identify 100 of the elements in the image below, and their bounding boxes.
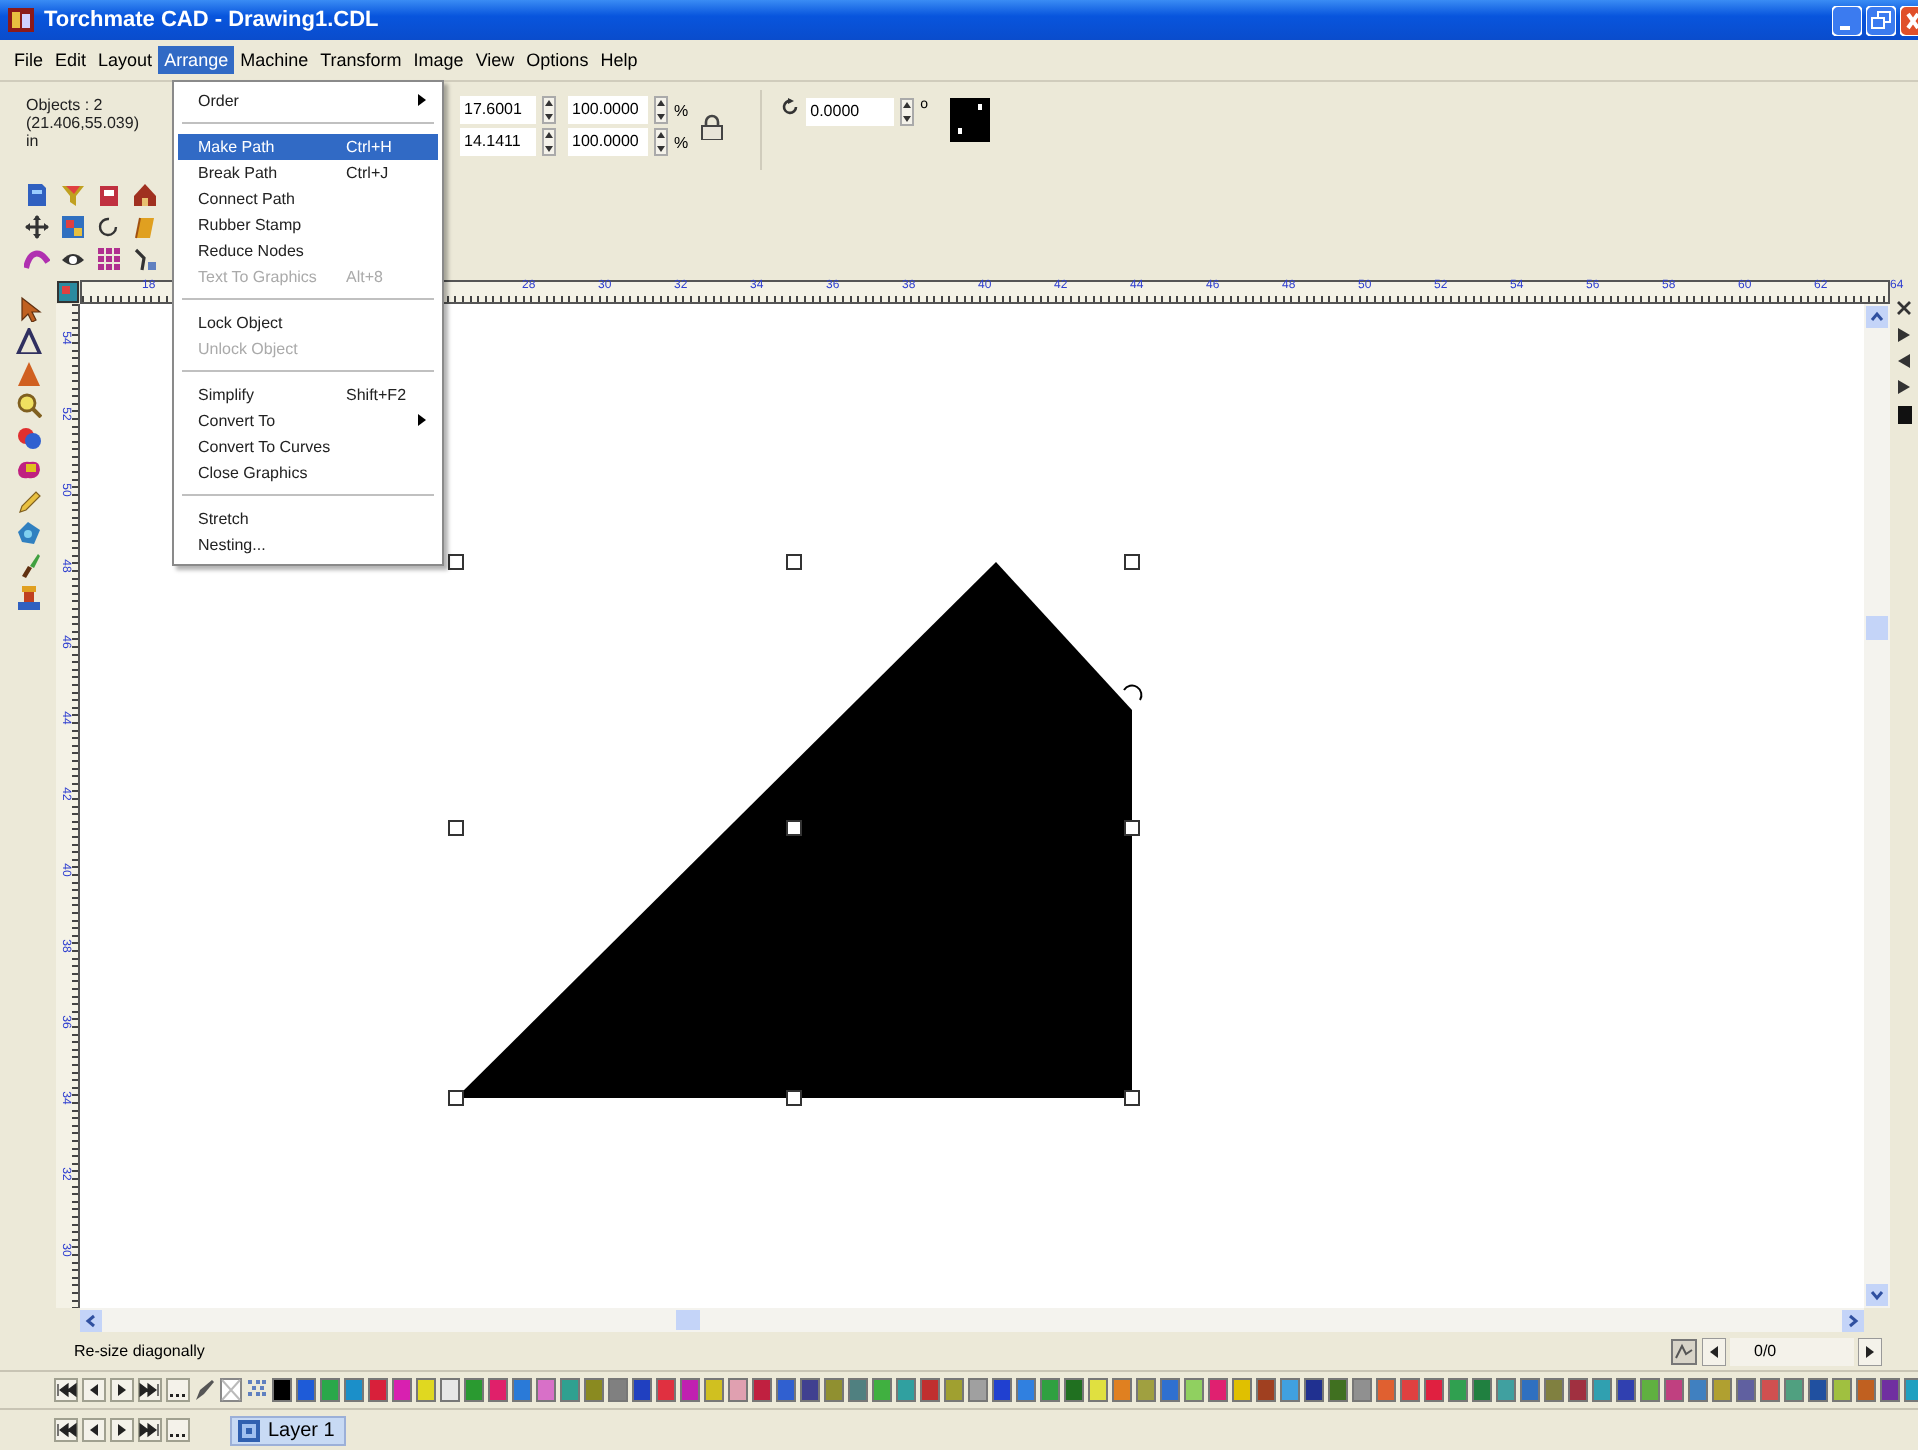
color-swatch[interactable] [1352, 1378, 1372, 1402]
color-swatch[interactable] [1040, 1378, 1060, 1402]
color-swatch[interactable] [608, 1378, 628, 1402]
color-swatch[interactable] [368, 1378, 388, 1402]
color-swatch[interactable] [1160, 1378, 1180, 1402]
menu-item[interactable]: Lock Object [178, 310, 438, 336]
menu-item[interactable]: Convert To Curves [178, 434, 438, 460]
scroll-down-icon[interactable] [1866, 1284, 1888, 1306]
circles-icon[interactable] [15, 424, 41, 450]
previous-icon[interactable] [82, 1378, 106, 1402]
color-swatch[interactable] [1664, 1378, 1684, 1402]
color-swatch[interactable] [968, 1378, 988, 1402]
color-swatch[interactable] [1064, 1378, 1084, 1402]
color-swatch[interactable] [1496, 1378, 1516, 1402]
color-swatch[interactable] [320, 1378, 340, 1402]
selection-handle[interactable] [786, 820, 802, 836]
rotate-icon[interactable] [782, 98, 801, 116]
color-swatch[interactable] [992, 1378, 1012, 1402]
menu-item[interactable]: Help [594, 46, 644, 74]
first-icon[interactable] [54, 1378, 78, 1402]
color-swatch[interactable] [1784, 1378, 1804, 1402]
menu-item[interactable]: Reduce Nodes [178, 238, 438, 264]
first-icon[interactable] [54, 1418, 78, 1442]
color-swatch[interactable] [1328, 1378, 1348, 1402]
house-icon[interactable] [132, 182, 158, 208]
color-swatch[interactable] [488, 1378, 508, 1402]
menu-item[interactable]: Convert To [178, 408, 438, 434]
search-icon[interactable] [15, 392, 41, 418]
menu-item[interactable]: Simplify Shift+F2 [178, 382, 438, 408]
color-swatch[interactable] [1016, 1378, 1036, 1402]
next-icon[interactable] [110, 1418, 134, 1442]
vertical-scrollbar[interactable] [1864, 304, 1890, 1308]
menu-item[interactable]: Stretch [178, 506, 438, 532]
color-swatch[interactable] [848, 1378, 868, 1402]
last-icon[interactable] [138, 1418, 162, 1442]
rotate-icon[interactable] [96, 214, 122, 240]
rotate-handle-icon[interactable] [1123, 684, 1143, 701]
color-swatch[interactable] [536, 1378, 556, 1402]
scroll-thumb[interactable] [1866, 616, 1888, 640]
color-swatch[interactable] [344, 1378, 364, 1402]
selection-handle[interactable] [1124, 1090, 1140, 1106]
color-swatch[interactable] [512, 1378, 532, 1402]
size-field[interactable]: 17.6001 [460, 96, 536, 124]
selection-handle[interactable] [1124, 820, 1140, 836]
spin-icon[interactable] [654, 96, 668, 124]
selection-handle[interactable] [448, 554, 464, 570]
menu-item[interactable]: Rubber Stamp [178, 212, 438, 238]
blob-icon[interactable] [15, 456, 41, 482]
previous-icon[interactable] [82, 1418, 106, 1442]
horizontal-scrollbar[interactable] [80, 1308, 1864, 1332]
color-swatch[interactable] [1136, 1378, 1156, 1402]
dot-grid-icon[interactable] [96, 246, 122, 272]
color-swatch[interactable] [272, 1378, 292, 1402]
color-swatch[interactable] [1400, 1378, 1420, 1402]
scale-field[interactable]: 100.0000 [568, 96, 648, 124]
color-swatch[interactable] [728, 1378, 748, 1402]
color-swatch[interactable] [1376, 1378, 1396, 1402]
menu-item[interactable]: File [8, 46, 50, 74]
menu-item[interactable]: Edit [49, 46, 93, 74]
rotation-field[interactable]: 0.0000 [806, 98, 895, 126]
color-swatch[interactable] [1112, 1378, 1132, 1402]
color-swatch[interactable] [1088, 1378, 1108, 1402]
scroll-up-icon[interactable] [1866, 306, 1888, 328]
color-swatch[interactable] [296, 1378, 316, 1402]
color-swatch[interactable] [824, 1378, 844, 1402]
scroll-right-icon[interactable] [1842, 1309, 1864, 1331]
color-swatch[interactable] [1232, 1378, 1252, 1402]
color-swatch[interactable] [392, 1378, 412, 1402]
pointer-icon[interactable] [15, 296, 41, 322]
selection-handle[interactable] [786, 554, 802, 570]
color-swatch[interactable] [1472, 1378, 1492, 1402]
color-swatch[interactable] [1640, 1378, 1660, 1402]
spin-icon[interactable] [542, 96, 556, 124]
color-swatch[interactable] [1904, 1378, 1918, 1402]
scroll-thumb[interactable] [676, 1310, 700, 1330]
selection-handle[interactable] [1124, 554, 1140, 570]
color-swatch[interactable] [1208, 1378, 1228, 1402]
color-swatch[interactable] [1280, 1378, 1300, 1402]
pattern-icon[interactable] [246, 1378, 268, 1402]
last-icon[interactable] [138, 1378, 162, 1402]
next-page-icon[interactable] [1858, 1337, 1882, 1365]
color-swatch[interactable] [872, 1378, 892, 1402]
swatch-icon[interactable] [1897, 406, 1911, 424]
color-swatch[interactable] [776, 1378, 796, 1402]
funnel-icon[interactable] [60, 182, 86, 208]
color-swatch[interactable] [1184, 1378, 1204, 1402]
color-swatch[interactable] [1616, 1378, 1636, 1402]
color-swatch[interactable] [632, 1378, 652, 1402]
spin-icon[interactable] [654, 128, 668, 156]
skew-icon[interactable] [132, 214, 158, 240]
previous-page-icon[interactable] [1702, 1337, 1726, 1365]
color-swatch[interactable] [1592, 1378, 1612, 1402]
spin-icon[interactable] [542, 128, 556, 156]
color-swatch[interactable] [440, 1378, 460, 1402]
layer-tab[interactable]: Layer 1 [230, 1415, 347, 1445]
menu-item[interactable]: Transform [314, 46, 408, 74]
color-swatch[interactable] [1808, 1378, 1828, 1402]
menu-item[interactable]: Order [178, 88, 438, 114]
menu-item[interactable]: Options [520, 46, 595, 74]
spin-icon[interactable] [900, 98, 915, 126]
